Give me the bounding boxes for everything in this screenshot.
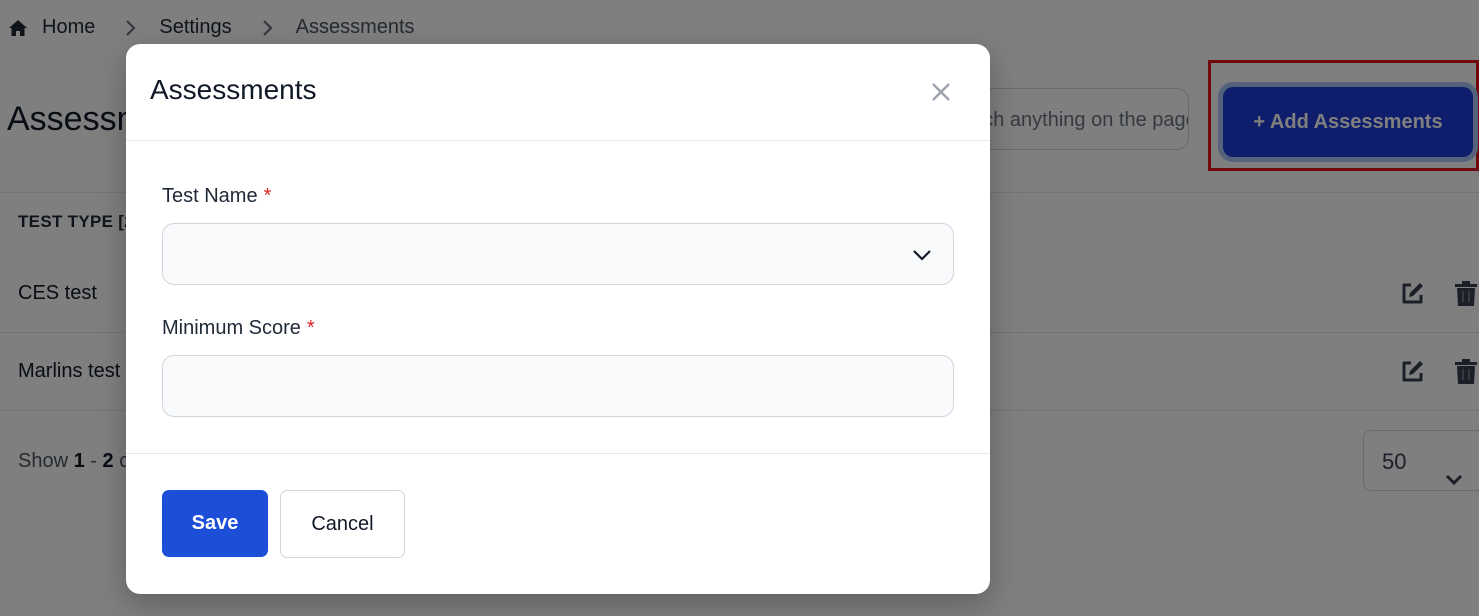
assessments-page: Home Settings Assessments Assessments Se… bbox=[0, 0, 1479, 616]
close-icon[interactable] bbox=[929, 80, 953, 104]
assessments-modal: Assessments Test Name * Minimum Score * Sa… bbox=[126, 44, 990, 594]
minimum-score-label-text: Minimum Score bbox=[162, 317, 301, 339]
divider bbox=[126, 453, 990, 454]
minimum-score-label: Minimum Score * bbox=[162, 317, 315, 340]
modal-header: Assessments bbox=[126, 44, 990, 141]
test-name-label: Test Name * bbox=[162, 185, 271, 208]
modal-title: Assessments bbox=[150, 74, 317, 105]
save-button[interactable]: Save bbox=[162, 490, 268, 557]
required-asterisk: * bbox=[306, 317, 315, 339]
cancel-button[interactable]: Cancel bbox=[280, 490, 405, 558]
test-name-label-text: Test Name bbox=[162, 185, 258, 207]
required-asterisk: * bbox=[263, 185, 272, 207]
test-name-select[interactable] bbox=[162, 223, 954, 285]
minimum-score-input[interactable] bbox=[162, 355, 954, 417]
chevron-down-icon bbox=[911, 245, 933, 265]
